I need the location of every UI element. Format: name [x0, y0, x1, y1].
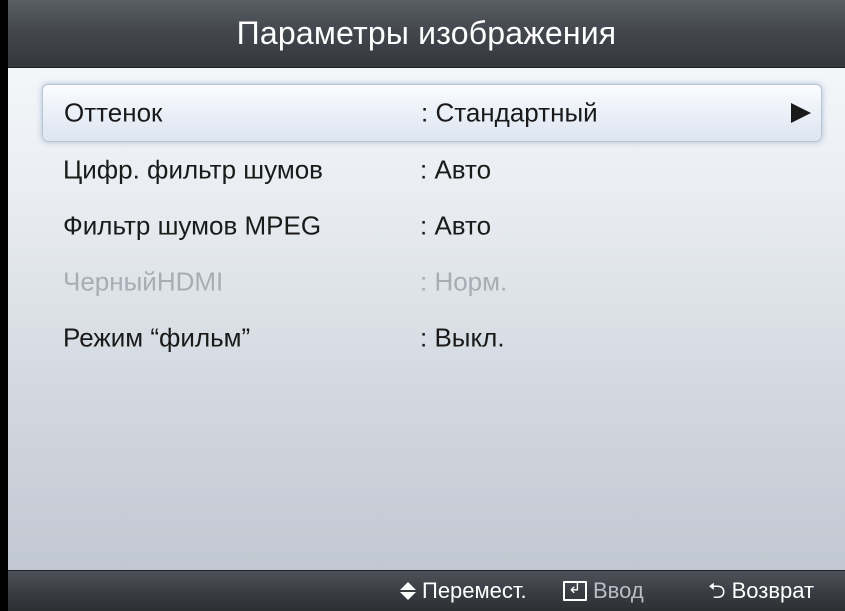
move-hint-label: Перемест. — [422, 578, 527, 603]
return-hint-label: Возврат — [731, 578, 815, 603]
menu-item-label: Цифр. фильтр шумов — [63, 154, 323, 185]
return-icon: ⮌ — [708, 578, 726, 603]
menu-item-value: : Стандартный — [421, 97, 598, 128]
return-hint: ⮌ Возврат — [708, 578, 814, 604]
menu-item-value: : Авто — [420, 210, 492, 241]
page-title: Параметры изображения — [236, 15, 617, 51]
menu-item-film-mode[interactable]: Режим “фильм” : Выкл. — [42, 310, 822, 366]
menu-panel: Оттенок : Стандартный Цифр. фильтр шумов… — [8, 68, 845, 570]
menu-item-mpeg-noise-filter[interactable]: Фильтр шумов MPEG : Авто — [42, 198, 822, 254]
menu-item-value: : Авто — [420, 154, 492, 185]
menu-item-label: ЧерныйHDMI — [63, 266, 224, 297]
move-hint: Перемест. — [400, 578, 527, 604]
tv-menu-window: Параметры изображения Оттенок : Стандарт… — [0, 0, 845, 611]
arrow-right-icon — [791, 103, 811, 123]
enter-hint: Ввод — [563, 577, 644, 604]
menu-item-digital-noise-filter[interactable]: Цифр. фильтр шумов : Авто — [42, 142, 822, 198]
enter-hint-label: Ввод — [593, 578, 644, 603]
menu-item-label: Режим “фильм” — [63, 322, 251, 353]
menu-item-value: : Норм. — [420, 266, 508, 297]
menu-item-hdmi-black: ЧерныйHDMI : Норм. — [42, 254, 822, 310]
footer-hint-bar: Перемест. Ввод ⮌ Возврат — [8, 570, 845, 611]
menu-list: Оттенок : Стандартный Цифр. фильтр шумов… — [42, 84, 822, 366]
menu-item-value: : Выкл. — [420, 322, 505, 353]
menu-header: Параметры изображения — [8, 0, 845, 68]
enter-icon — [563, 577, 587, 601]
menu-item-label: Фильтр шумов MPEG — [63, 210, 322, 241]
menu-item-tint[interactable]: Оттенок : Стандартный — [42, 84, 822, 142]
up-down-icon — [400, 582, 416, 600]
menu-item-label: Оттенок — [64, 97, 163, 128]
